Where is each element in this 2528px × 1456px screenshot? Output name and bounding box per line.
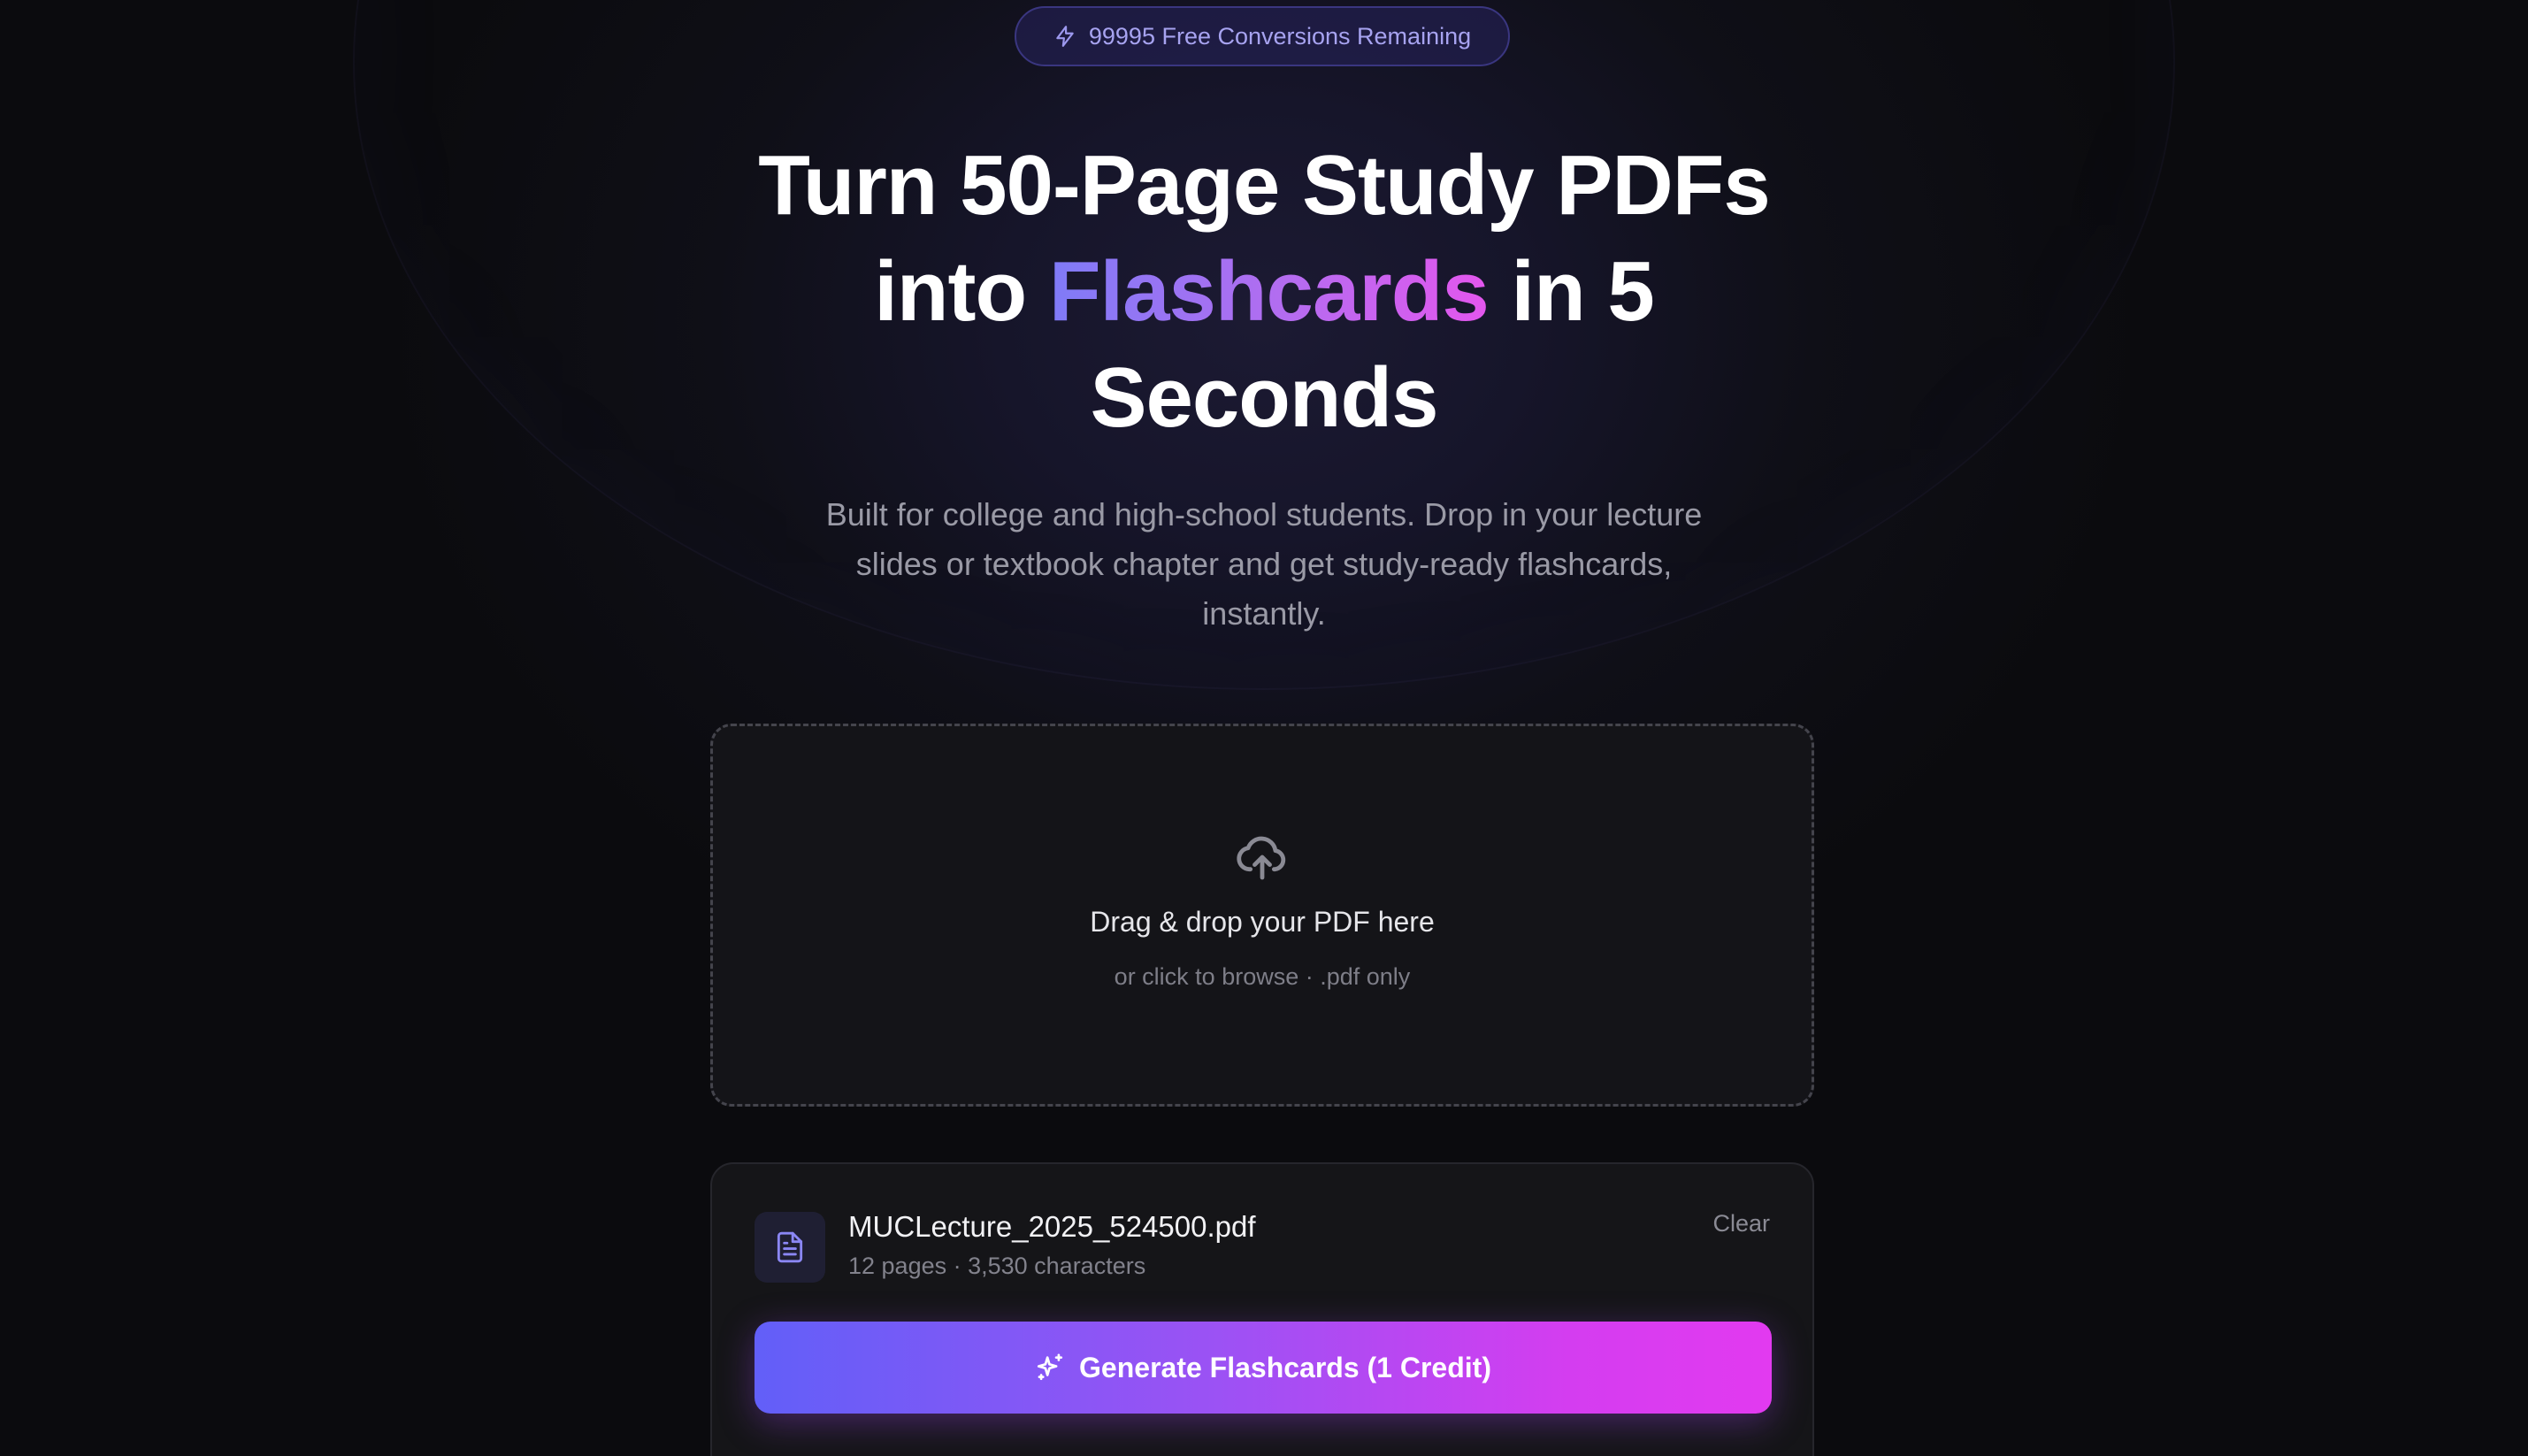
hero-headline: Turn 50-Page Study PDFs into Flashcards …: [689, 133, 1839, 451]
page: 99995 Free Conversions Remaining Turn 50…: [0, 0, 2528, 1456]
headline-suffix: in 5: [1488, 244, 1654, 339]
headline-line-3: Seconds: [1090, 350, 1438, 445]
pdf-dropzone[interactable]: Drag & drop your PDF here or click to br…: [710, 724, 1814, 1107]
file-name: MUCLecture_2025_524500.pdf: [848, 1210, 1256, 1243]
headline-line-1: Turn 50-Page Study PDFs: [758, 138, 1770, 233]
cloud-upload-icon: [1237, 836, 1286, 880]
selected-file-card: MUCLecture_2025_524500.pdf 12 pages · 3,…: [710, 1162, 1814, 1456]
lightning-icon: [1056, 26, 1074, 47]
credits-badge: 99995 Free Conversions Remaining: [1015, 6, 1510, 66]
file-icon-tile: [755, 1212, 825, 1283]
credits-text: 99995 Free Conversions Remaining: [1088, 22, 1472, 50]
document-icon: [777, 1231, 803, 1263]
headline-highlight: Flashcards: [1048, 244, 1490, 339]
clear-button[interactable]: Clear: [1712, 1210, 1770, 1238]
hero-subtitle: Built for college and high-school studen…: [825, 496, 1703, 632]
file-meta: 12 pages · 3,530 characters: [848, 1253, 1146, 1279]
dropzone-title: Drag & drop your PDF here: [1090, 906, 1435, 938]
dropzone-hint: or click to browse · .pdf only: [1114, 963, 1411, 990]
sparkles-icon: [1037, 1353, 1063, 1381]
generate-button-label: Generate Flashcards (1 Credit): [1079, 1351, 1491, 1383]
headline-prefix: into: [874, 244, 1049, 339]
generate-flashcards-button[interactable]: Generate Flashcards (1 Credit): [755, 1322, 1772, 1414]
